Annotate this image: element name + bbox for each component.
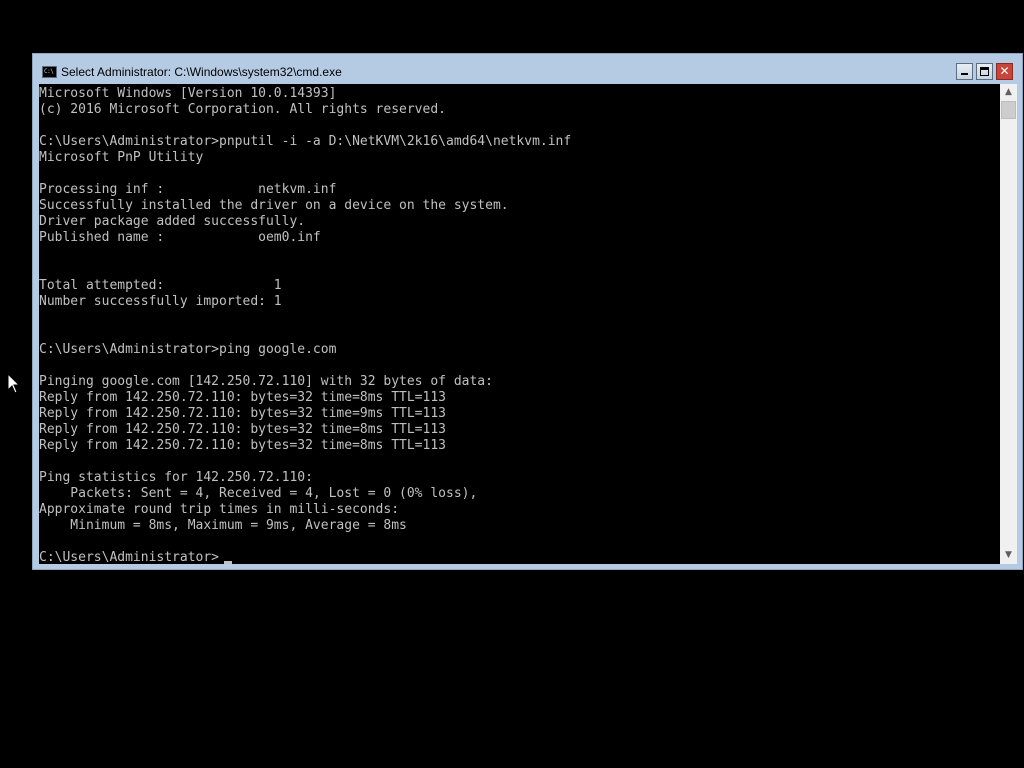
console-output[interactable]: Microsoft Windows [Version 10.0.14393] (… bbox=[39, 84, 1000, 564]
title-bar[interactable]: C:\ Select Administrator: C:\Windows\sys… bbox=[33, 54, 1022, 84]
cmd-app-icon-label: C:\ bbox=[44, 68, 54, 75]
console-text: Microsoft Windows [Version 10.0.14393] (… bbox=[39, 86, 572, 564]
scroll-up-arrow-icon[interactable]: ▲ bbox=[1000, 84, 1017, 101]
scroll-down-arrow-icon[interactable]: ▼ bbox=[1000, 547, 1017, 564]
vertical-scrollbar[interactable]: ▲ ▼ bbox=[1000, 84, 1017, 564]
minimize-icon bbox=[961, 73, 968, 75]
maximize-icon bbox=[980, 67, 989, 76]
maximize-button[interactable] bbox=[976, 63, 993, 80]
close-button[interactable]: ✕ bbox=[996, 63, 1013, 80]
close-icon: ✕ bbox=[999, 64, 1010, 78]
text-cursor bbox=[224, 561, 232, 564]
window-title: Select Administrator: C:\Windows\system3… bbox=[61, 65, 342, 79]
cmd-app-icon: C:\ bbox=[42, 66, 57, 78]
scrollbar-thumb[interactable] bbox=[1001, 101, 1016, 119]
minimize-button[interactable] bbox=[956, 63, 973, 80]
mouse-pointer-icon bbox=[7, 373, 21, 394]
cmd-window[interactable]: C:\ Select Administrator: C:\Windows\sys… bbox=[32, 53, 1023, 570]
